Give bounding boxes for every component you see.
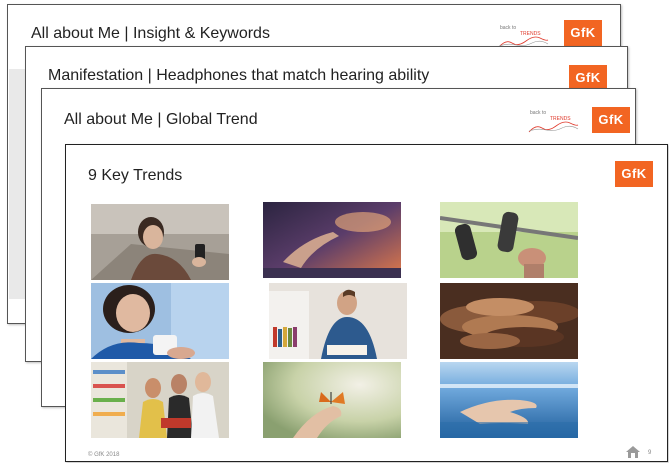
svg-text:back to: back to: [500, 25, 516, 31]
photo-bike-handlebar: [440, 202, 578, 278]
gfk-logo: GfK: [564, 20, 602, 46]
svg-text:TRENDS: TRENDS: [550, 116, 571, 122]
page-number: 9: [648, 450, 652, 456]
svg-text:back to: back to: [530, 110, 546, 116]
photo-stacked-hands: [440, 283, 578, 359]
trends-graph-icon: back to TRENDS: [528, 110, 579, 133]
photo-woman-with-cup: [91, 283, 229, 359]
gfk-logo: GfK: [615, 161, 653, 187]
photo-hand-touching-screen: [263, 202, 401, 278]
photo-butterfly-on-hand: [263, 362, 401, 438]
photo-woman-with-phone: [91, 204, 229, 280]
gfk-logo: GfK: [592, 107, 630, 133]
photo-hand-over-sea: [440, 362, 578, 438]
slide-title: Manifestation | Headphones that match he…: [48, 67, 430, 84]
slide-title: All about Me | Global Trend: [64, 111, 258, 128]
footer-copyright: © GfK 2018: [88, 452, 120, 458]
back-to-trends-badge: back to TRENDS: [526, 106, 580, 136]
photo-man-reading-book: [269, 283, 407, 359]
slide-9-key-trends: 9 Key Trends GfK © GfK 2018 9: [65, 144, 668, 462]
photo-pharmacy-shoppers: [91, 362, 229, 438]
slide-title: All about Me | Insight & Keywords: [31, 25, 270, 42]
home-icon[interactable]: [626, 445, 640, 458]
svg-text:TRENDS: TRENDS: [520, 31, 541, 37]
slide-title: 9 Key Trends: [88, 167, 183, 184]
